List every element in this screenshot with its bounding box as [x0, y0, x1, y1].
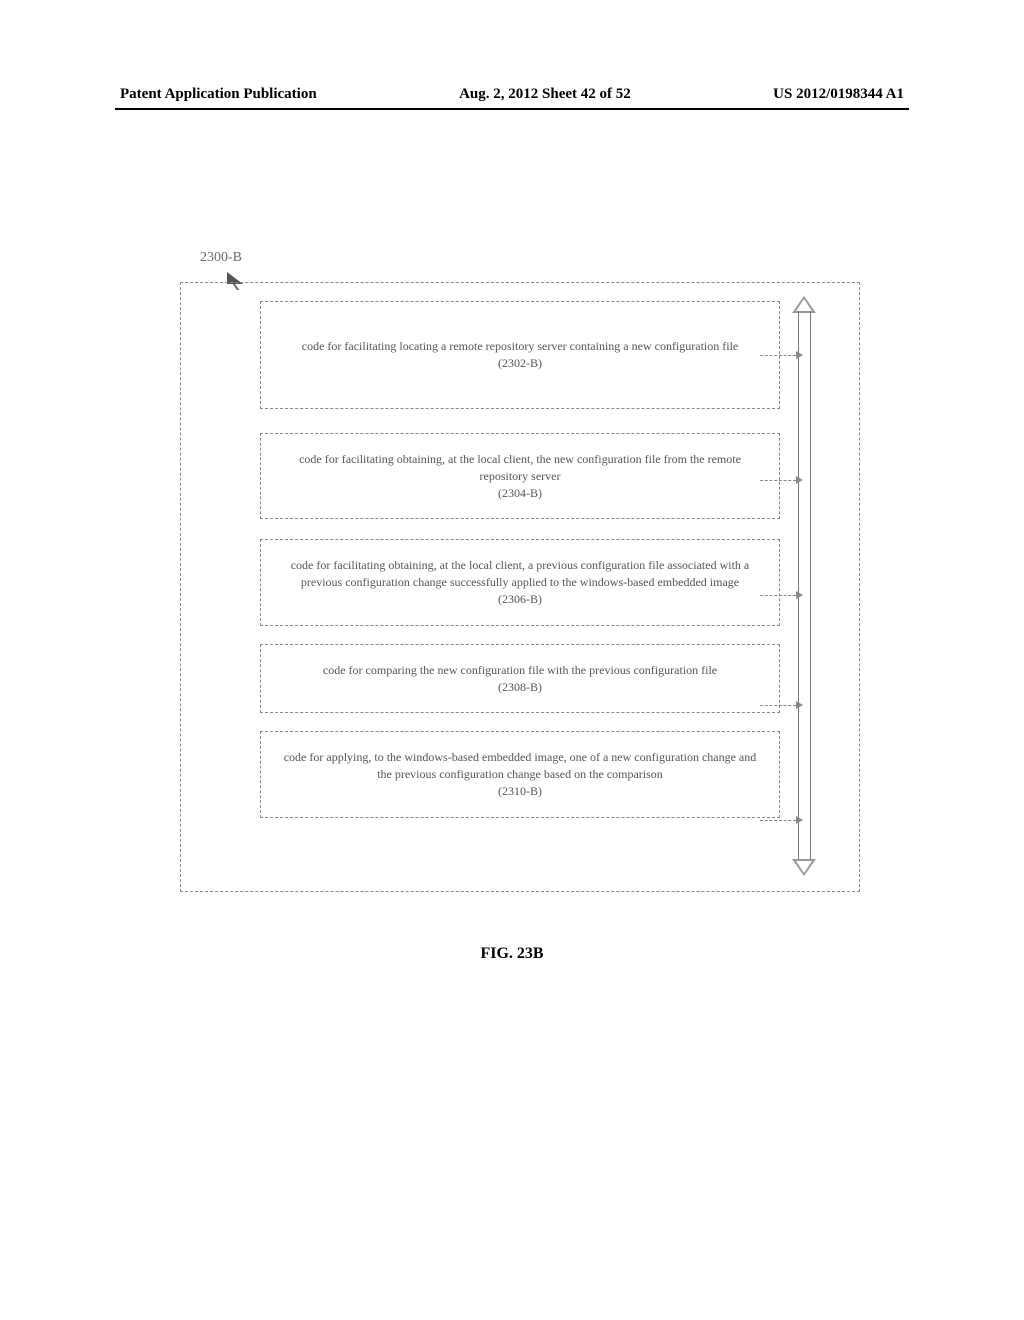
connector-arrowhead-icon	[796, 701, 803, 709]
code-box-text: code for facilitating obtaining, at the …	[279, 451, 761, 485]
connector-line	[760, 595, 796, 596]
figure-caption: FIG. 23B	[0, 945, 1024, 963]
code-box-2306b: code for facilitating obtaining, at the …	[260, 539, 780, 625]
connector-line	[760, 355, 796, 356]
page-header: Patent Application Publication Aug. 2, 2…	[120, 86, 904, 103]
code-box-ref: (2310-B)	[279, 783, 761, 800]
figure-label: 2300-B	[200, 250, 242, 266]
code-box-ref: (2308-B)	[279, 679, 761, 696]
bidirectional-arrow-icon	[795, 296, 815, 876]
code-box-2310b: code for applying, to the windows-based …	[260, 731, 780, 817]
code-box-text: code for comparing the new configuration…	[279, 662, 761, 679]
connector-line	[760, 820, 796, 821]
header-divider	[115, 108, 909, 110]
code-box-ref: (2306-B)	[279, 591, 761, 608]
diagram-container: code for facilitating locating a remote …	[180, 282, 860, 892]
connector-arrowhead-icon	[796, 816, 803, 824]
code-box-ref: (2302-B)	[279, 355, 761, 372]
page: Patent Application Publication Aug. 2, 2…	[0, 0, 1024, 1320]
header-left: Patent Application Publication	[120, 86, 317, 103]
code-box-2302b: code for facilitating locating a remote …	[260, 301, 780, 409]
code-box-text: code for facilitating obtaining, at the …	[279, 557, 761, 591]
connector-arrowhead-icon	[796, 476, 803, 484]
connector-arrowhead-icon	[796, 591, 803, 599]
connector-arrowhead-icon	[796, 351, 803, 359]
code-box-ref: (2304-B)	[279, 485, 761, 502]
code-box-text: code for facilitating locating a remote …	[279, 338, 761, 355]
code-box-2304b: code for facilitating obtaining, at the …	[260, 433, 780, 519]
header-center: Aug. 2, 2012 Sheet 42 of 52	[459, 86, 631, 103]
connector-line	[760, 705, 796, 706]
connector-line	[760, 480, 796, 481]
header-right: US 2012/0198344 A1	[773, 86, 904, 103]
code-box-text: code for applying, to the windows-based …	[279, 749, 761, 783]
code-box-2308b: code for comparing the new configuration…	[260, 644, 780, 714]
